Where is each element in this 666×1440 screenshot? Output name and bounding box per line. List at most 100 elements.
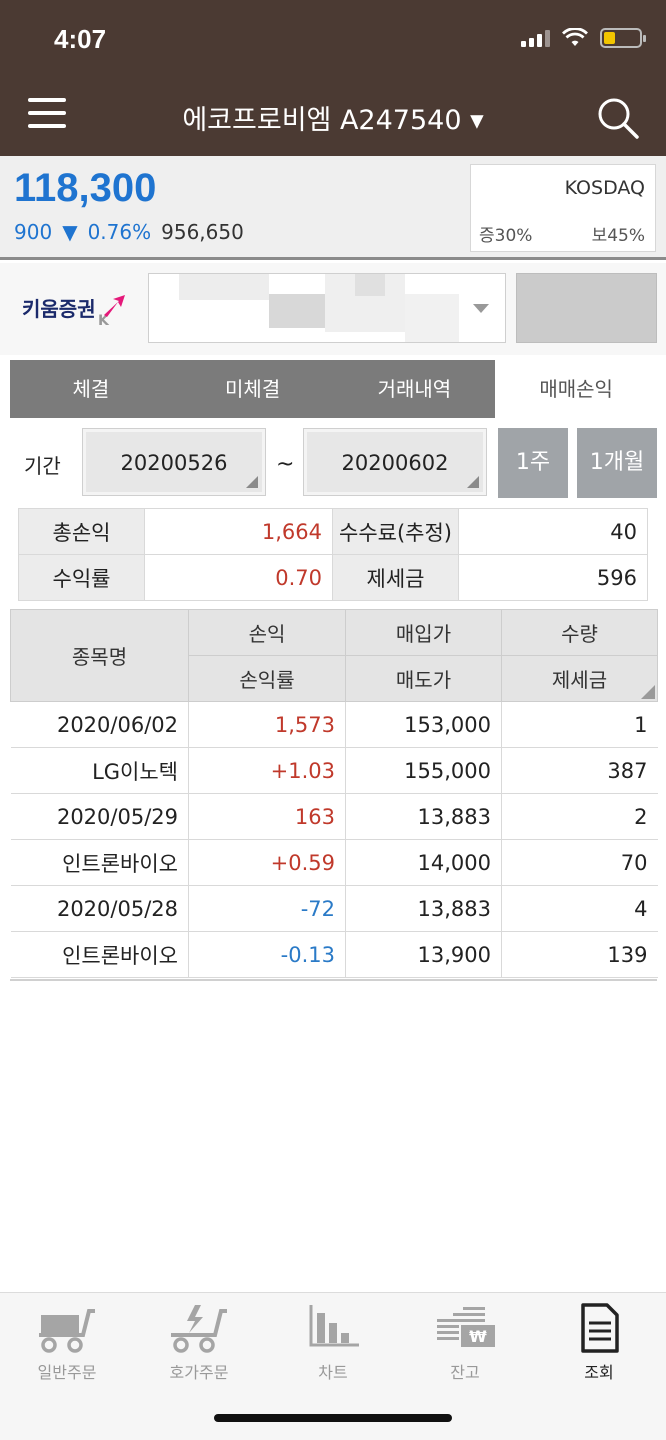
header-qty: 수량 — [501, 609, 658, 656]
signal-icon — [521, 29, 550, 47]
nav-quote-order[interactable]: 호가주문 — [144, 1301, 254, 1383]
nav-label: 잔고 — [450, 1363, 480, 1382]
header-stock-name: 종목명 — [10, 609, 189, 702]
tab-trading-pl[interactable]: 매매손익 — [495, 360, 657, 418]
row-stock-name: 인트론바이오 — [10, 931, 189, 978]
down-arrow-icon: ▼ — [62, 220, 78, 244]
header-tax: 제세금 — [501, 655, 658, 702]
home-indicator[interactable] — [214, 1414, 452, 1422]
header-sell-price: 매도가 — [345, 655, 502, 702]
table-row[interactable]: 2020/06/02 1,573 153,000 1 — [10, 701, 658, 748]
tab-history[interactable]: 거래내역 — [333, 360, 496, 418]
balance-won-icon: ₩ — [437, 1307, 495, 1347]
nav-inquiry[interactable]: 조회 — [544, 1301, 654, 1383]
row-pl: -72 — [188, 885, 346, 932]
tab-unexecuted[interactable]: 미체결 — [171, 360, 334, 418]
chevron-down-icon — [473, 304, 489, 313]
account-action-button[interactable] — [516, 273, 657, 343]
start-date-field[interactable]: 20200526 — [82, 428, 266, 496]
market-name: KOSDAQ — [564, 177, 645, 199]
header-pl: 손익 — [188, 609, 346, 656]
tab-bar: 체결 미체결 거래내역 매매손익 — [10, 360, 657, 418]
nav-chart[interactable]: 차트 — [278, 1301, 388, 1383]
wifi-icon — [562, 28, 588, 46]
search-icon — [598, 98, 639, 139]
table-divider — [10, 979, 657, 981]
end-date-value: 20200602 — [341, 451, 449, 475]
cart-bolt-icon — [171, 1305, 227, 1353]
document-icon — [581, 1303, 619, 1353]
row-sell-price: 155,000 — [345, 747, 502, 794]
row-sell-price: 14,000 — [345, 839, 502, 886]
status-time: 4:07 — [54, 24, 107, 54]
row-pl-rate: +1.03 — [188, 747, 346, 794]
tax-value: 596 — [458, 554, 648, 601]
return-value: 0.70 — [144, 554, 333, 601]
nav-label: 일반주문 — [37, 1363, 97, 1382]
bar-chart-icon — [309, 1305, 359, 1347]
row-tax: 139 — [501, 931, 658, 978]
fee-label: 수수료(추정) — [332, 508, 459, 555]
header-pl-rate: 손익률 — [188, 655, 346, 702]
one-week-button[interactable]: 1주 — [498, 428, 568, 498]
row-qty: 1 — [501, 701, 658, 748]
table-row[interactable]: 2020/05/28 -72 13,883 4 — [10, 885, 658, 932]
row-date: 2020/05/28 — [10, 885, 189, 932]
broker-logo: 키움증권 — [22, 297, 96, 321]
table-row[interactable]: 인트론바이오 -0.13 13,900 139 — [10, 931, 658, 978]
table-row[interactable]: 인트론바이오 +0.59 14,000 70 — [10, 839, 658, 886]
row-tax: 387 — [501, 747, 658, 794]
row-pl: 1,573 — [188, 701, 346, 748]
start-date-value: 20200526 — [120, 451, 228, 475]
tab-executed[interactable]: 체결 — [10, 360, 172, 418]
status-icons — [521, 28, 646, 48]
nav-label: 조회 — [584, 1363, 614, 1382]
end-date-field[interactable]: 20200602 — [303, 428, 487, 496]
table-row[interactable]: LG이노텍 +1.03 155,000 387 — [10, 747, 658, 794]
row-stock-name: 인트론바이오 — [10, 839, 189, 886]
row-buy-price: 153,000 — [345, 701, 502, 748]
total-pl-label: 총손익 — [18, 508, 145, 555]
broker-arrow-icon — [104, 295, 125, 317]
row-pl: 163 — [188, 793, 346, 840]
current-price: 118,300 — [14, 166, 157, 210]
stock-title[interactable]: 에코프로비엠 A247540 ▾ — [0, 98, 666, 137]
header-buy-price: 매입가 — [345, 609, 502, 656]
period-separator: ~ — [276, 452, 295, 477]
period-label: 기간 — [24, 454, 61, 478]
search-button[interactable] — [596, 96, 640, 140]
total-pl-value: 1,664 — [144, 508, 333, 555]
price-change: 900 — [14, 220, 53, 244]
account-select[interactable] — [148, 273, 506, 343]
row-sell-price: 13,900 — [345, 931, 502, 978]
nav-general-order[interactable]: 일반주문 — [12, 1301, 122, 1383]
app-header: 4:07 에코프로비엠 A247540 ▾ — [0, 0, 666, 156]
deposit-rate: 보45% — [591, 226, 645, 246]
svg-text:₩: ₩ — [469, 1327, 487, 1346]
nav-label: 호가주문 — [169, 1363, 229, 1382]
margin-rate: 증30% — [479, 226, 533, 246]
row-pl-rate: +0.59 — [188, 839, 346, 886]
quote-panel: 118,300 900 ▼ 0.76% 956,650 KOSDAQ 증30% … — [0, 156, 666, 260]
cart-icon — [39, 1309, 95, 1353]
fee-value: 40 — [458, 508, 648, 555]
return-label: 수익률 — [18, 554, 145, 601]
nav-label: 차트 — [318, 1363, 348, 1382]
row-date: 2020/06/02 — [10, 701, 189, 748]
account-bar: 키움증권 K — [0, 263, 666, 355]
row-buy-price: 13,883 — [345, 793, 502, 840]
period-row: 기간 20200526 ~ 20200602 1주 1개월 — [10, 418, 657, 508]
row-tax: 70 — [501, 839, 658, 886]
battery-icon — [600, 28, 646, 48]
nav-balance[interactable]: ₩ 잔고 — [410, 1301, 520, 1383]
one-month-button[interactable]: 1개월 — [577, 428, 657, 498]
tax-label: 제세금 — [332, 554, 459, 601]
row-date: 2020/05/29 — [10, 793, 189, 840]
market-info-box[interactable]: KOSDAQ 증30% 보45% — [470, 164, 656, 252]
summary-table: 총손익 1,664 수수료(추정) 40 수익률 0.70 제세금 596 — [18, 508, 648, 601]
trades-table: 종목명 손익 매입가 수량 손익률 매도가 제세금 2020/06/02 1,5… — [10, 609, 658, 978]
price-change-pct: 0.76% — [87, 220, 152, 244]
row-buy-price: 13,883 — [345, 885, 502, 932]
table-row[interactable]: 2020/05/29 163 13,883 2 — [10, 793, 658, 840]
row-pl-rate: -0.13 — [188, 931, 346, 978]
